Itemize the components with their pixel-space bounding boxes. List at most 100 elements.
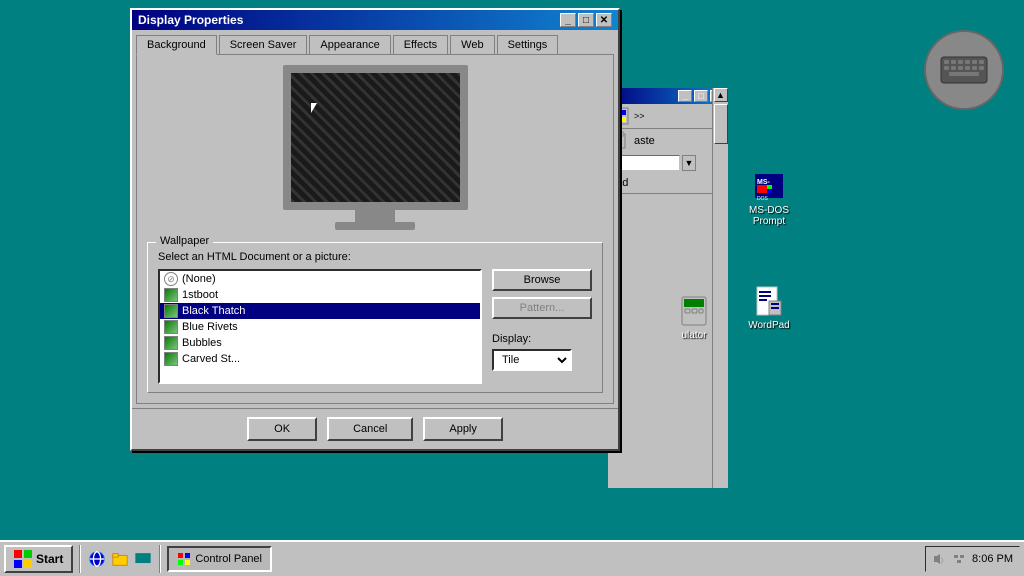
monitor-screen-inner <box>291 73 460 202</box>
tab-appearance[interactable]: Appearance <box>309 35 390 55</box>
list-item[interactable]: ⊘ (None) <box>160 271 480 287</box>
start-label: Start <box>36 552 63 566</box>
start-button[interactable]: Start <box>4 545 73 573</box>
bg-text: pad <box>608 173 728 194</box>
list-item[interactable]: 1stboot <box>160 287 480 303</box>
list-item-selected[interactable]: Black Thatch <box>160 303 480 319</box>
display-dropdown[interactable]: Tile Center Stretch <box>492 349 572 371</box>
clock-display: 8:06 PM <box>972 553 1013 565</box>
dialog-titlebar[interactable]: Display Properties _ □ ✕ <box>132 10 618 30</box>
tab-settings[interactable]: Settings <box>497 35 559 55</box>
taskbar: Start <box>0 540 1024 576</box>
list-item-label: (None) <box>182 273 216 285</box>
monitor-stand <box>355 210 395 222</box>
group-inner: ⊘ (None) 1stboot Black Thatch <box>158 269 592 384</box>
control-panel-label: Control Panel <box>195 553 262 565</box>
display-select-box: Tile Center Stretch <box>492 349 592 371</box>
monitor-cursor <box>311 103 320 113</box>
desktop-icon-wordpad[interactable]: WordPad <box>734 285 804 331</box>
no-icon: ⊘ <box>164 272 178 286</box>
tab-background[interactable]: Background <box>136 35 217 55</box>
wallpaper-listbox[interactable]: ⊘ (None) 1stboot Black Thatch <box>158 269 482 384</box>
svg-text:): ) <box>941 558 943 564</box>
desktop-icon-btn[interactable] <box>133 549 153 569</box>
taskbar-divider <box>79 545 81 573</box>
network-icon-img <box>952 551 966 565</box>
folder-icon-img <box>111 550 129 568</box>
list-item-label: Bubbles <box>182 337 222 349</box>
folder-icon[interactable] <box>110 549 130 569</box>
display-properties-dialog: Display Properties _ □ ✕ Background Scre… <box>130 8 620 451</box>
file-icon <box>164 352 178 366</box>
list-item-label: Carved St... <box>182 353 240 365</box>
file-icon <box>164 288 178 302</box>
list-item[interactable]: Blue Rivets <box>160 319 480 335</box>
tab-web[interactable]: Web <box>450 35 494 55</box>
tab-screensaver[interactable]: Screen Saver <box>219 35 308 55</box>
file-icon <box>164 320 178 334</box>
right-controls: Browse Pattern... Display: Tile Center S… <box>492 269 592 384</box>
list-item[interactable]: Bubbles <box>160 335 480 351</box>
wallpaper-group: Wallpaper Select an HTML Document or a p… <box>147 242 603 393</box>
pattern-button[interactable]: Pattern... <box>492 297 592 319</box>
list-item-label: 1stboot <box>182 289 218 301</box>
msdos-icon-label: MS-DOSPrompt <box>749 205 789 227</box>
file-icon <box>164 336 178 350</box>
windows-logo <box>14 550 32 568</box>
bg-window-titlebar: _ □ × <box>608 88 728 104</box>
monitor-base <box>335 222 415 230</box>
tab-effects[interactable]: Effects <box>393 35 448 55</box>
control-panel-icon <box>177 552 191 566</box>
close-button[interactable]: ✕ <box>596 13 612 27</box>
taskbar-divider-2 <box>159 545 161 573</box>
ie-icon[interactable] <box>87 549 107 569</box>
calculator-label: ulator <box>681 330 706 341</box>
tab-content-background: Wallpaper Select an HTML Document or a p… <box>136 54 614 404</box>
dialog-title: Display Properties <box>138 13 243 27</box>
list-item-label: Black Thatch <box>182 305 245 317</box>
monitor-screen <box>283 65 468 210</box>
ie-icon-img <box>88 550 106 568</box>
desktop-icon-calculator[interactable]: ulator <box>659 295 729 341</box>
msdos-icon-img: MS- DOS <box>753 170 785 202</box>
minimize-btn[interactable]: _ <box>678 90 692 102</box>
svg-text:MS-: MS- <box>757 179 771 186</box>
monitor <box>283 65 468 230</box>
bg-scrollbar[interactable]: ▲ <box>712 88 728 488</box>
file-icon <box>164 304 178 318</box>
cancel-button[interactable]: Cancel <box>327 417 413 441</box>
list-item-label: Blue Rivets <box>182 321 238 333</box>
display-label: Display: <box>492 333 592 345</box>
toolbar-divider: >> <box>634 111 645 121</box>
volume-icon-img: ) <box>932 552 946 566</box>
desktop-icon-msdos[interactable]: MS- DOS MS-DOSPrompt <box>734 170 804 227</box>
listbox-container: ⊘ (None) 1stboot Black Thatch <box>158 269 482 384</box>
dropdown-arrow[interactable]: ▼ <box>682 155 696 171</box>
maximize-button[interactable]: □ <box>578 13 594 27</box>
scroll-up[interactable]: ▲ <box>714 88 728 102</box>
display-section: Display: Tile Center Stretch <box>492 333 592 371</box>
wordpad-icon-label: WordPad <box>748 320 790 331</box>
wallpaper-group-label: Wallpaper <box>156 235 213 247</box>
calculator-icon-img <box>678 295 710 327</box>
maximize-btn[interactable]: □ <box>694 90 708 102</box>
bg-save-text: ve <box>608 194 728 210</box>
taskbar-task-control-panel[interactable]: Control Panel <box>167 546 272 572</box>
svg-text:DOS: DOS <box>757 196 769 202</box>
desktop-icon-img-small <box>134 550 152 568</box>
select-label: Select an HTML Document or a picture: <box>158 251 592 263</box>
network-icon[interactable] <box>952 551 966 568</box>
minimize-button[interactable]: _ <box>560 13 576 27</box>
paste-label: aste <box>634 135 655 147</box>
titlebar-buttons: _ □ ✕ <box>560 13 612 27</box>
volume-icon[interactable]: ) <box>932 552 946 566</box>
ok-button[interactable]: OK <box>247 417 317 441</box>
scroll-thumb[interactable] <box>714 104 728 144</box>
apply-button[interactable]: Apply <box>423 417 503 441</box>
wordpad-icon-img <box>753 285 785 317</box>
quick-launch <box>87 549 153 569</box>
bg-input[interactable] <box>610 155 680 171</box>
browse-button[interactable]: Browse <box>492 269 592 291</box>
list-item[interactable]: Carved St... <box>160 351 480 367</box>
system-tray: ) 8:06 PM <box>925 546 1020 572</box>
